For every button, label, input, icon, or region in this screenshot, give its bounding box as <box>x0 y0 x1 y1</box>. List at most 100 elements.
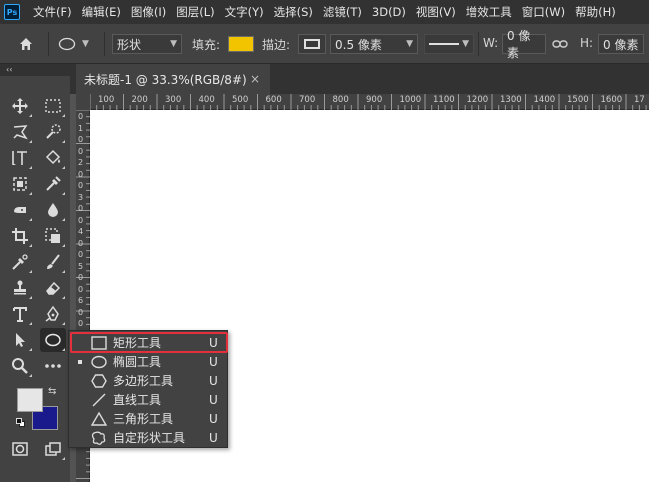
menu-file[interactable]: 文件(F) <box>28 0 77 24</box>
brush-tool[interactable] <box>40 250 66 274</box>
width-label: W: <box>483 36 499 50</box>
ruler-origin[interactable] <box>76 94 90 110</box>
stroke-line-icon <box>429 43 459 45</box>
flyout-item-ellipse-tool[interactable]: 椭圆工具 U <box>69 352 227 371</box>
frame-tool[interactable] <box>7 172 33 196</box>
content-aware-icon <box>45 228 60 243</box>
height-value: 0 像素 <box>603 37 639 52</box>
horizontal-ruler[interactable]: 100 200 300 400 500 600 700 800 900 1000 1100 1200 1… <box>90 94 649 110</box>
height-field[interactable]: 0 像素 <box>598 34 644 54</box>
move-tool[interactable] <box>7 94 33 118</box>
custom-shape-icon <box>91 430 107 446</box>
menu-3d[interactable]: 3D(D) <box>367 0 411 24</box>
pattern-stamp-tool[interactable] <box>40 224 66 248</box>
foreground-color-swatch[interactable] <box>17 388 43 412</box>
menu-edit[interactable]: 编辑(E) <box>77 0 126 24</box>
stroke-type-select[interactable]: ▼ <box>424 34 474 54</box>
menu-select[interactable]: 选择(S) <box>269 0 318 24</box>
width-value: 0 像素 <box>507 29 531 60</box>
polygon-icon <box>91 373 107 389</box>
menu-filter[interactable]: 滤镜(T) <box>318 0 367 24</box>
toolbox-collapse-button[interactable]: ‹‹ <box>0 64 70 76</box>
triangle-icon <box>91 411 107 427</box>
quick-selection-tool[interactable] <box>40 120 66 144</box>
screen-mode-button[interactable] <box>40 437 66 461</box>
link-icon <box>552 40 568 48</box>
spot-healing-tool[interactable] <box>7 198 33 222</box>
move-icon <box>12 98 28 114</box>
ruler-label: 0 <box>78 146 84 156</box>
ruler-label: 0 <box>78 169 84 179</box>
path-selection-tool[interactable] <box>7 328 33 352</box>
ruler-label: 500 <box>232 95 249 105</box>
crop-tool[interactable] <box>7 224 33 248</box>
flyout-item-polygon-tool[interactable]: 多边形工具 U <box>69 371 227 390</box>
ruler-label: 400 <box>198 95 215 105</box>
eraser-tool[interactable] <box>40 276 66 300</box>
flyout-item-shortcut: U <box>209 354 218 369</box>
menu-help[interactable]: 帮助(H) <box>570 0 621 24</box>
flyout-item-line-tool[interactable]: 直线工具 U <box>69 390 227 409</box>
ellipse-tool[interactable] <box>40 328 66 352</box>
menu-plugins[interactable]: 增效工具 <box>461 0 517 24</box>
paint-bucket-tool[interactable] <box>40 146 66 170</box>
ellipse-icon <box>58 37 76 51</box>
home-button[interactable] <box>14 34 38 54</box>
options-bar: ▼ 形状 ▼ 填充: 描边: 0.5 像素 ▼ ▼ W: 0 像素 H: 0 像… <box>0 24 649 64</box>
swap-colors-icon[interactable]: ⇆ <box>48 386 56 397</box>
quick-mask-button[interactable] <box>7 437 33 461</box>
bandage-icon <box>14 207 26 213</box>
blur-tool[interactable] <box>40 198 66 222</box>
crop-type-tool[interactable] <box>7 146 33 170</box>
zoom-tool[interactable] <box>7 354 33 378</box>
ruler-label: 0 <box>78 215 84 225</box>
toolbox: ⇆ <box>0 76 70 482</box>
stroke-color-swatch[interactable] <box>298 34 326 54</box>
eyedropper-tool[interactable] <box>40 172 66 196</box>
fill-label: 填充: <box>192 38 221 52</box>
color-sampler-tool[interactable] <box>7 250 33 274</box>
eyedropper-icon <box>46 176 61 191</box>
pen-tool[interactable] <box>40 302 66 326</box>
stroke-width-field[interactable]: 0.5 像素 ▼ <box>330 34 418 54</box>
stroke-swatch-icon <box>304 39 320 49</box>
shape-mode-select[interactable]: 形状 ▼ <box>112 34 182 54</box>
ruler-label: 200 <box>131 95 148 105</box>
ruler-label: 5 <box>78 261 84 271</box>
more-tools-button[interactable] <box>40 354 66 378</box>
menu-type[interactable]: 文字(Y) <box>220 0 269 24</box>
pen-icon <box>45 305 59 322</box>
width-field[interactable]: 0 像素 <box>502 29 546 60</box>
menu-image[interactable]: 图像(I) <box>126 0 171 24</box>
fill-color-swatch[interactable] <box>228 36 254 52</box>
divider <box>48 32 49 56</box>
flyout-item-triangle-tool[interactable]: 三角形工具 U <box>69 409 227 428</box>
ruler-label: 1200 <box>466 95 489 105</box>
close-icon[interactable]: × <box>250 72 260 86</box>
ruler-label: 100 <box>98 95 115 105</box>
brush-icon <box>47 254 60 269</box>
lasso-tool[interactable] <box>7 120 33 144</box>
tool-preset-picker[interactable]: ▼ <box>58 34 100 54</box>
type-tool[interactable] <box>7 302 33 326</box>
clone-stamp-tool[interactable] <box>7 276 33 300</box>
shape-mode-value: 形状 <box>117 37 142 52</box>
menu-window[interactable]: 窗口(W) <box>517 0 570 24</box>
chevron-down-icon: ▼ <box>406 39 413 49</box>
flyout-item-shortcut: U <box>209 411 218 426</box>
default-colors-button[interactable] <box>16 418 26 428</box>
ellipse-icon <box>45 333 61 347</box>
screen-mode-icon <box>45 442 61 456</box>
ruler-label: 900 <box>366 95 383 105</box>
menu-bar: Ps 文件(F) 编辑(E) 图像(I) 图层(L) 文字(Y) 选择(S) 滤… <box>0 0 649 24</box>
document-tab[interactable]: 未标题-1 @ 33.3%(RGB/8#) × <box>76 64 270 94</box>
rectangle-marquee-icon <box>45 99 61 113</box>
crop-icon <box>12 228 28 244</box>
menu-layer[interactable]: 图层(L) <box>171 0 219 24</box>
marquee-tool[interactable] <box>40 94 66 118</box>
flyout-item-custom-shape-tool[interactable]: 自定形状工具 U <box>69 428 227 447</box>
menu-view[interactable]: 视图(V) <box>411 0 461 24</box>
default-fg-icon <box>16 418 22 424</box>
ruler-label: 0 <box>78 238 84 248</box>
link-dimensions-button[interactable] <box>552 36 568 52</box>
